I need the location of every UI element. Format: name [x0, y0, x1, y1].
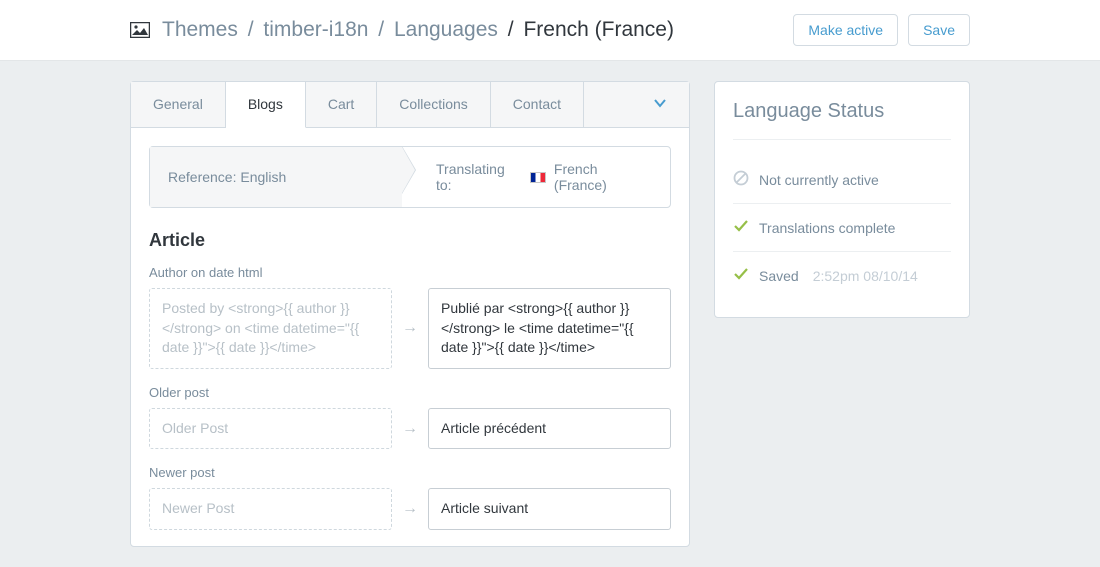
section-title: Article: [149, 230, 671, 251]
field-set: Author on date html Posted by <strong>{{…: [131, 251, 689, 530]
breadcrumb-current: French (France): [523, 18, 674, 41]
tab-blogs[interactable]: Blogs: [226, 82, 306, 128]
make-active-button[interactable]: Make active: [793, 14, 898, 46]
tab-general[interactable]: General: [131, 82, 226, 127]
check-icon: [733, 218, 749, 237]
tab-collections[interactable]: Collections: [377, 82, 490, 127]
image-icon: [130, 22, 150, 38]
field-label: Older post: [149, 385, 671, 400]
translating-to-label: Translating to:: [436, 161, 522, 193]
top-actions: Make active Save: [793, 14, 970, 46]
status-text: Saved: [759, 268, 799, 284]
arrow-right-icon: →: [402, 500, 418, 518]
flag-france-icon: [530, 172, 546, 183]
target-language-cell: Translating to: French (France): [402, 147, 670, 207]
reference-language-cell: Reference: English: [150, 147, 402, 207]
status-text: Translations complete: [759, 220, 895, 236]
save-button[interactable]: Save: [908, 14, 970, 46]
breadcrumb: Themes / timber-i18n / Languages / Frenc…: [162, 18, 674, 42]
saved-timestamp: 2:52pm 08/10/14: [813, 268, 918, 284]
top-bar: Themes / timber-i18n / Languages / Frenc…: [0, 0, 1100, 61]
sidebar-title: Language Status: [733, 100, 951, 140]
breadcrumb-sep: /: [508, 18, 514, 41]
page: General Blogs Cart Collections Contact R…: [0, 61, 1100, 567]
reference-language-label: Reference: English: [168, 169, 286, 185]
chevron-down-icon: [653, 97, 667, 113]
breadcrumb-sep: /: [248, 18, 254, 41]
translation-input[interactable]: [428, 488, 671, 530]
translation-input[interactable]: [428, 408, 671, 450]
tab-more[interactable]: [631, 82, 689, 127]
sidebar: Language Status Not currently active Tra…: [714, 81, 970, 318]
tab-contact[interactable]: Contact: [491, 82, 584, 127]
prohibited-icon: [733, 170, 749, 189]
field-label: Author on date html: [149, 265, 671, 280]
status-complete: Translations complete: [733, 204, 951, 252]
language-bar: Reference: English Translating to: Frenc…: [149, 146, 671, 208]
status-saved: Saved 2:52pm 08/10/14: [733, 252, 951, 299]
breadcrumb-themes[interactable]: Themes: [162, 18, 238, 41]
status-not-active: Not currently active: [733, 156, 951, 204]
status-text: Not currently active: [759, 172, 879, 188]
translation-pair: Posted by <strong>{{ author }}</strong> …: [149, 288, 671, 369]
tabs: General Blogs Cart Collections Contact: [131, 82, 689, 128]
breadcrumb-languages[interactable]: Languages: [394, 18, 498, 41]
target-language-name: French (France): [554, 161, 652, 193]
translation-input[interactable]: [428, 288, 671, 369]
reference-text: Newer Post: [149, 488, 392, 530]
breadcrumb-sep: /: [378, 18, 384, 41]
main-column: General Blogs Cart Collections Contact R…: [130, 81, 690, 547]
reference-text: Posted by <strong>{{ author }}</strong> …: [149, 288, 392, 369]
translation-pair: Newer Post →: [149, 488, 671, 530]
arrow-right-icon: →: [402, 319, 418, 337]
breadcrumb-theme[interactable]: timber-i18n: [263, 18, 368, 41]
breadcrumb-wrap: Themes / timber-i18n / Languages / Frenc…: [130, 18, 674, 42]
check-icon: [733, 266, 749, 285]
translation-pair: Older Post →: [149, 408, 671, 450]
field-label: Newer post: [149, 465, 671, 480]
tab-cart[interactable]: Cart: [306, 82, 377, 127]
reference-text: Older Post: [149, 408, 392, 450]
arrow-right-icon: →: [402, 420, 418, 438]
